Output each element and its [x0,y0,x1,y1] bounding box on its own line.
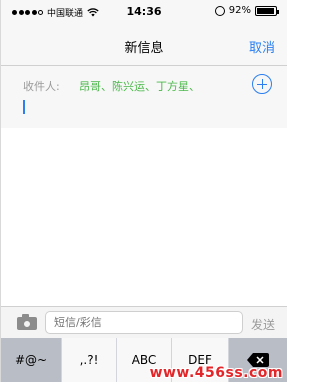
status-right: 92% [214,5,279,16]
send-button[interactable]: 发送 [251,316,275,333]
key-symbols[interactable]: #@~ [1,338,61,382]
cancel-button[interactable]: 取消 [249,37,275,56]
camera-icon[interactable] [17,314,37,330]
navigation-bar: 新信息 取消 [1,22,287,66]
recipients-label: 收件人: [23,80,60,93]
page-title: 新信息 [124,41,164,56]
key-punctuation[interactable]: ,.?! [62,338,116,382]
recipient-list[interactable]: 昂哥、陈兴运、丁方星、 [79,78,200,94]
rotation-lock-icon [214,5,225,16]
message-input[interactable] [45,311,243,334]
text-cursor [23,100,25,114]
status-bar: 中国联通 14:36 92% [1,0,287,22]
add-recipient-icon[interactable] [252,74,272,94]
message-area [1,128,287,306]
battery-percent: 92% [228,5,251,16]
compose-bar: 发送 [1,306,287,338]
phone-screen: 中国联通 14:36 92% 新信息 取消 收件人: 昂哥、陈兴运、丁方星、 发… [0,0,287,382]
keyboard: #@~ ,.?! ABC DEF www.456ss.com [1,338,287,382]
battery-fill [257,7,274,14]
watermark: www.456ss.com [149,365,283,381]
battery-icon [255,5,279,16]
recipients-field[interactable]: 收件人: 昂哥、陈兴运、丁方星、 [1,66,287,128]
